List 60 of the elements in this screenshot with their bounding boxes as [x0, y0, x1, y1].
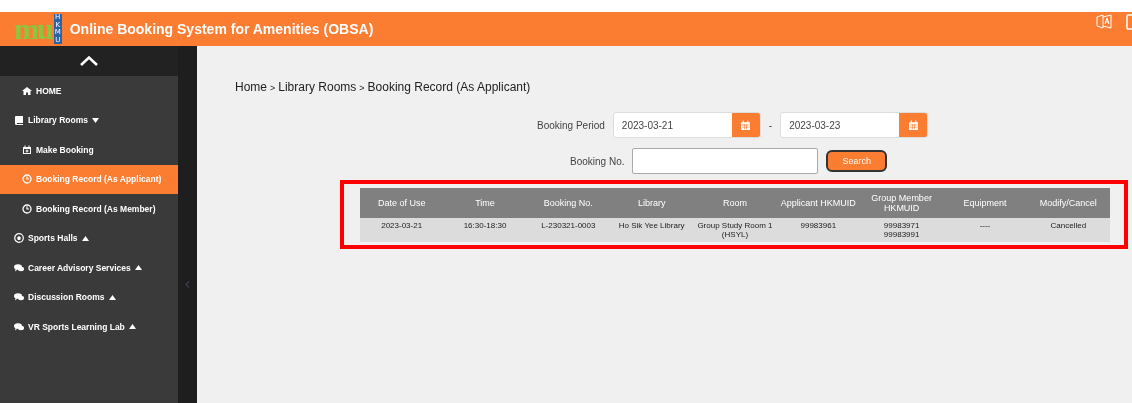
column-header: Library [610, 188, 694, 218]
column-header: Applicant HKMUID [776, 188, 860, 218]
clock-icon [22, 203, 32, 214]
date-field[interactable]: 2023-03-23 [780, 112, 929, 138]
chat-icon [14, 321, 24, 332]
input-field[interactable] [632, 148, 819, 174]
calendar-icon [22, 144, 32, 155]
calendar-icon [907, 119, 919, 131]
sidebar-group[interactable]: Library Rooms [0, 105, 178, 135]
home-icon [22, 85, 32, 96]
chevron-icon[interactable] [185, 281, 190, 288]
column-header: Booking No. [526, 188, 610, 218]
collapse-icon[interactable] [80, 56, 98, 66]
table-cell: Group Study Room 1 (HSYL) [693, 218, 777, 242]
chat-icon [14, 262, 24, 273]
sidebar-group[interactable]: Discussion Rooms [0, 282, 178, 312]
table-cell: 99983961 [776, 218, 860, 242]
app-title: Online Booking System for Amenities (OBSA) [69, 21, 374, 37]
table-cell: ---- [943, 218, 1027, 242]
sidebar-item[interactable]: Booking Record (As Member) [0, 194, 178, 224]
breadcrumb-separator: > [270, 83, 276, 93]
breadcrumb-separator: > [359, 83, 365, 93]
caret-icon [108, 294, 116, 300]
caret-icon [81, 235, 89, 241]
ball-icon [14, 233, 24, 244]
book-icon [14, 115, 24, 126]
clock-icon [22, 174, 32, 185]
caret-icon [92, 117, 99, 123]
date-field[interactable]: 2023-03-21 [612, 112, 761, 138]
caret-icon [134, 265, 142, 271]
table-cell: Ho Sik Yee Library [610, 218, 694, 242]
column-header: Equipment [943, 188, 1027, 218]
field-label: Booking No. [570, 155, 625, 167]
calendar-button[interactable] [899, 113, 928, 137]
breadcrumb-link[interactable]: Library Rooms [278, 80, 357, 94]
chat-icon [14, 292, 24, 303]
column-header: Modify/Cancel [1026, 188, 1110, 218]
table-cell: 99983971 99983991 [859, 218, 944, 242]
sidebar-group[interactable]: VR Sports Learning Lab [0, 312, 178, 342]
table-cell: 16:30-18:30 [443, 218, 527, 242]
table-cell: Cancelled [1026, 218, 1110, 242]
translate-icon[interactable] [1096, 14, 1112, 30]
logo: mu [14, 15, 52, 43]
field-label: Booking Period [537, 119, 605, 131]
caret-icon [128, 324, 136, 330]
column-header: Room [693, 188, 777, 218]
column-header: Group Member HKMUID [859, 188, 944, 218]
table-cell: L-230321-0003 [526, 218, 610, 242]
sidebar-item[interactable]: Make Booking [0, 135, 178, 165]
sidebar-item[interactable]: HOME [0, 76, 178, 106]
column-header: Date of Use [360, 188, 444, 218]
calendar-icon [740, 119, 752, 131]
page-icon[interactable] [1126, 14, 1132, 30]
column-header: Time [443, 188, 527, 218]
calendar-button[interactable] [731, 113, 760, 137]
breadcrumb-link[interactable]: Home [235, 80, 267, 94]
sidebar-group[interactable]: Sports Halls [0, 223, 178, 253]
table-cell: 2023-03-21 [360, 218, 444, 242]
sidebar-group[interactable]: Career Advisory Services [0, 253, 178, 283]
dash-separator: - [768, 119, 773, 131]
